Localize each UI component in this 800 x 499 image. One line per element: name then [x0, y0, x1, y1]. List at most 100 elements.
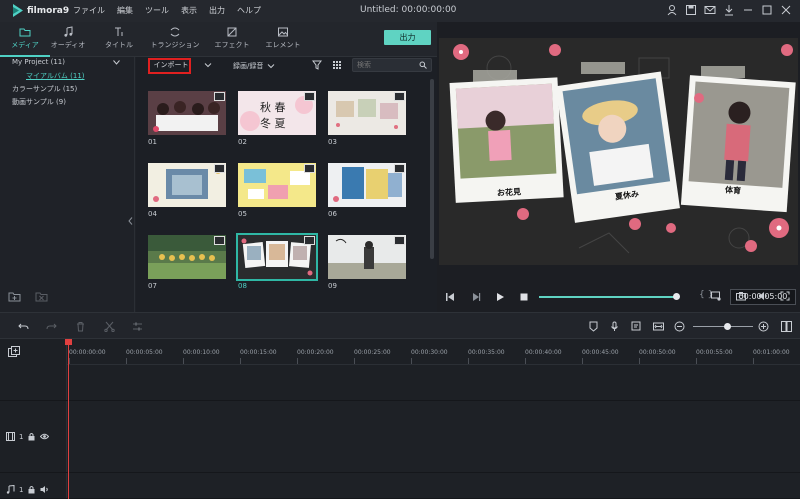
playback-progress[interactable] — [539, 296, 677, 298]
thumbnail-04[interactable] — [148, 163, 226, 207]
thumbnail-06[interactable] — [328, 163, 406, 207]
prev-frame-button[interactable] — [445, 292, 455, 304]
thumbnail-07[interactable] — [148, 235, 226, 279]
undo-icon[interactable] — [18, 321, 29, 332]
app-name: filmora9 — [27, 5, 70, 16]
thumbnail-01-label: 01 — [148, 138, 157, 146]
image-badge-icon — [214, 164, 225, 173]
filmora-logo-icon — [13, 4, 23, 17]
close-icon[interactable] — [780, 4, 792, 16]
ruler-label: 00:00:45:00 — [582, 349, 619, 356]
thumbnail-05[interactable] — [238, 163, 316, 207]
render-preview-button[interactable] — [711, 291, 721, 303]
next-frame-button[interactable] — [471, 292, 481, 304]
marker-icon[interactable] — [588, 321, 599, 332]
thumbnail-09[interactable] — [328, 235, 406, 279]
stop-button[interactable] — [519, 292, 529, 304]
thumbnail-09-label: 09 — [328, 282, 337, 290]
folder-icon — [19, 28, 31, 37]
lock-icon[interactable] — [27, 432, 36, 441]
delete-icon[interactable] — [75, 321, 86, 332]
tree-item-video-samples[interactable]: 動画サンプル (9) — [12, 97, 66, 107]
tree-item-my-project[interactable]: My Project (11) — [12, 58, 65, 66]
menu-edit[interactable]: 編集 — [117, 5, 133, 16]
grid-view-icon[interactable] — [332, 60, 342, 70]
audio-track-lane[interactable] — [67, 473, 800, 499]
record-button[interactable]: 録画/録音 — [233, 61, 275, 71]
volume-button[interactable] — [758, 291, 768, 303]
cut-icon[interactable] — [104, 321, 115, 332]
voiceover-icon[interactable] — [631, 321, 642, 332]
import-dropdown-icon[interactable] — [204, 61, 212, 69]
collapse-panel-icon[interactable] — [128, 217, 133, 225]
ruler-label: 00:00:20:00 — [297, 349, 334, 356]
ruler-label: 00:00:15:00 — [240, 349, 277, 356]
remove-folder-icon[interactable] — [35, 291, 48, 302]
maximize-icon[interactable] — [761, 4, 773, 16]
empty-track-header — [0, 365, 67, 401]
tab-elements[interactable]: エレメント — [258, 26, 308, 50]
menu-view[interactable]: 表示 — [181, 5, 197, 16]
menu-help[interactable]: ヘルプ — [237, 5, 261, 16]
audio-speaker-icon[interactable] — [40, 485, 49, 494]
menu-tools[interactable]: ツール — [145, 5, 169, 16]
tree-item-my-album[interactable]: マイアルバム (11) — [26, 71, 85, 81]
ruler-label: 00:00:30:00 — [411, 349, 448, 356]
chevron-down-icon[interactable] — [113, 60, 120, 65]
save-icon[interactable] — [685, 4, 697, 16]
search-icon[interactable] — [419, 61, 427, 69]
tab-titles-label: タイトル — [105, 41, 133, 49]
minimize-icon[interactable] — [742, 4, 754, 16]
tree-item-color-samples[interactable]: カラーサンプル (15) — [12, 84, 77, 94]
filter-icon[interactable] — [312, 60, 322, 70]
video-track-icon — [6, 432, 15, 441]
redo-icon[interactable] — [46, 321, 57, 332]
image-badge-icon — [394, 164, 405, 173]
ruler-label: 00:00:35:00 — [468, 349, 505, 356]
zoom-slider-track[interactable] — [693, 326, 753, 327]
download-icon[interactable] — [723, 4, 735, 16]
tab-audio[interactable]: オーディオ — [43, 26, 93, 50]
thumbnail-07-label: 07 — [148, 282, 157, 290]
image-badge-icon — [394, 236, 405, 245]
panel-layout-icon[interactable] — [781, 321, 792, 332]
import-button[interactable]: インポート — [148, 58, 191, 74]
snapshot-button[interactable] — [736, 291, 746, 303]
zoom-in-icon[interactable] — [758, 321, 769, 332]
image-badge-icon — [394, 92, 405, 101]
ruler-tick — [69, 358, 70, 364]
play-button[interactable] — [495, 292, 505, 304]
playhead[interactable] — [68, 339, 69, 499]
video-track-lane[interactable] — [67, 401, 800, 473]
add-folder-icon[interactable] — [8, 291, 21, 302]
browser-scrollbar[interactable] — [430, 79, 434, 259]
zoom-slider-knob[interactable] — [724, 323, 731, 330]
tab-titles[interactable]: タイトル — [94, 26, 144, 50]
thumbnail-01[interactable] — [148, 91, 226, 135]
image-badge-icon — [304, 164, 315, 173]
audio-lock-icon[interactable] — [27, 485, 36, 494]
microphone-icon[interactable] — [609, 321, 620, 332]
tab-elements-label: エレメント — [265, 41, 301, 49]
menu-file[interactable]: ファイル — [73, 5, 105, 16]
eye-icon[interactable] — [40, 432, 50, 441]
thumbnail-02[interactable]: 秋 春冬 夏 — [238, 91, 316, 135]
account-icon[interactable] — [666, 4, 678, 16]
timeline-ruler[interactable]: 00:00:00:00 00:00:05:00 00:00:10:00 00:00:1… — [67, 339, 800, 365]
mail-icon[interactable] — [704, 4, 716, 16]
menu-export[interactable]: 出力 — [209, 5, 225, 16]
tab-effects[interactable]: エフェクト — [207, 26, 257, 50]
fullscreen-button[interactable] — [780, 291, 790, 303]
thumbnail-08[interactable] — [236, 233, 318, 281]
preview-panel: お花見 夏休み 体育 { } 00:00:05:00 — [437, 22, 800, 312]
thumbnail-03[interactable] — [328, 91, 406, 135]
playhead-handle[interactable] — [65, 339, 72, 345]
export-button[interactable]: 出力 — [384, 30, 431, 45]
playback-scrubber[interactable] — [673, 293, 680, 300]
adjust-icon[interactable] — [132, 321, 143, 332]
empty-track-lane[interactable] — [67, 365, 800, 401]
zoom-out-icon[interactable] — [674, 321, 685, 332]
fit-timeline-icon[interactable] — [653, 321, 664, 332]
add-track-icon[interactable] — [8, 346, 20, 357]
tab-transitions[interactable]: トランジション — [150, 26, 200, 50]
